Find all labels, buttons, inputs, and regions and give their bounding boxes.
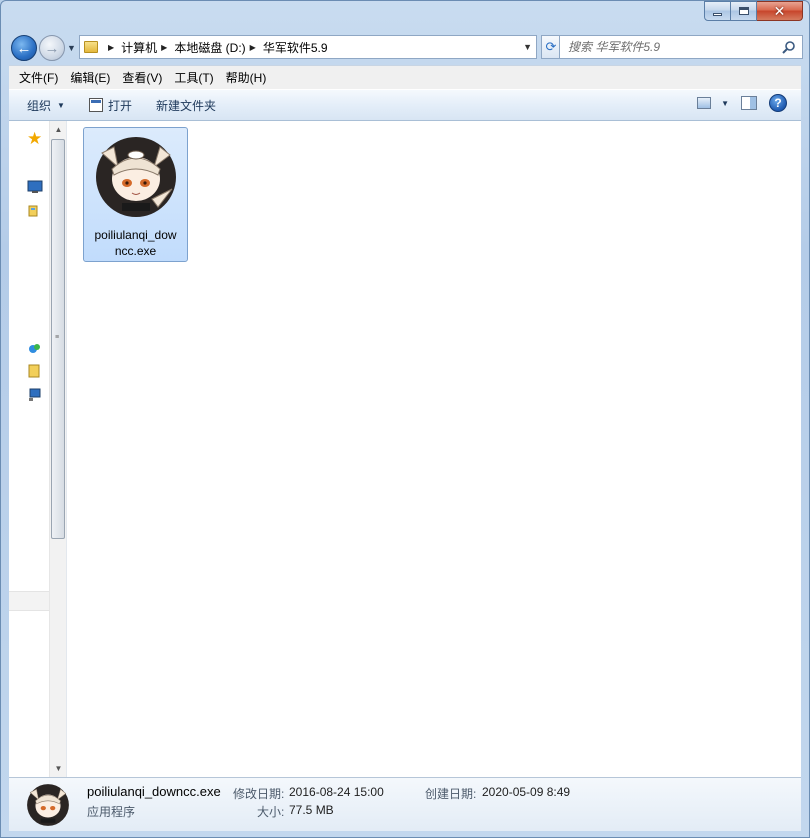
organize-button[interactable]: 组织 ▼	[19, 93, 73, 117]
desktop-icon[interactable]	[27, 179, 43, 195]
back-arrow-icon: ←	[16, 39, 32, 57]
forward-arrow-icon: →	[44, 39, 60, 57]
close-button[interactable]: ✕	[757, 1, 803, 21]
chevron-down-icon: ▼	[67, 43, 76, 53]
scroll-up-icon[interactable]: ▲	[50, 121, 67, 138]
view-icon	[697, 97, 712, 109]
created-date-label: 创建日期:	[425, 787, 477, 801]
chevron-down-icon: ▼	[721, 98, 729, 108]
menu-bar: 文件(F) 编辑(E) 查看(V) 工具(T) 帮助(H)	[9, 65, 801, 89]
computer-icon[interactable]	[27, 363, 43, 379]
organize-label: 组织	[27, 98, 52, 113]
help-icon[interactable]: ?	[769, 94, 787, 112]
back-button[interactable]: ←	[11, 35, 37, 61]
app-avatar-icon	[27, 784, 69, 826]
breadcrumb-computer[interactable]: 计算机 ▶	[121, 39, 174, 56]
close-icon: ✕	[773, 3, 786, 19]
change-view-button[interactable]: ▼	[697, 97, 729, 109]
modified-date-label: 修改日期:	[233, 787, 285, 801]
breadcrumb-current-folder[interactable]: 华军软件5.9	[263, 39, 328, 56]
details-file-type: 应用程序	[87, 805, 136, 819]
refresh-icon: ⟳	[545, 39, 557, 54]
minimize-button[interactable]	[704, 1, 731, 21]
breadcrumb-root[interactable]: ▶	[104, 43, 121, 52]
menu-view[interactable]: 查看(V)	[116, 68, 168, 88]
scrollbar-thumb[interactable]: ≡	[51, 139, 65, 539]
size-label: 大小:	[257, 805, 285, 819]
navigation-pane-divider	[9, 591, 49, 611]
libraries-icon[interactable]	[27, 203, 43, 219]
size-value: 77.5 MB	[289, 803, 334, 817]
new-folder-button[interactable]: 新建文件夹	[148, 93, 224, 117]
menu-file[interactable]: 文件(F)	[13, 68, 64, 88]
file-name: poiliulanqi_dow ncc.exe	[94, 228, 177, 258]
details-file-name: poiliulanqi_downcc.exe	[87, 784, 221, 799]
breadcrumb-arrow-icon: ▶	[249, 42, 256, 52]
content-area: ★ ▲ ≡ ▼ poiliulanqi_dow ncc.exe	[9, 121, 801, 777]
recent-pages-button[interactable]: ▼	[67, 43, 76, 53]
open-label: 打开	[107, 98, 132, 113]
open-icon	[88, 98, 103, 112]
breadcrumb-label: 本地磁盘 (D:)	[174, 40, 246, 55]
explorer-window: ✕ ← → ▼ ▶ 计算机▶ 本地磁盘 (D:)▶ 华军软件5.9 ▼ ⟳ 文件…	[0, 0, 810, 838]
menu-edit[interactable]: 编辑(E)	[64, 68, 116, 88]
file-item[interactable]: poiliulanqi_dow ncc.exe	[83, 127, 188, 262]
chevron-down-icon: ▼	[57, 100, 65, 110]
new-folder-label: 新建文件夹	[155, 98, 216, 113]
forward-button[interactable]: →	[39, 35, 65, 61]
favorites-star-icon[interactable]: ★	[27, 130, 43, 147]
search-box[interactable]	[559, 35, 803, 59]
app-avatar-icon	[95, 137, 176, 217]
breadcrumb-arrow-icon: ▶	[161, 42, 168, 52]
address-bar[interactable]: ▶ 计算机 ▶ 本地磁盘 (D:) ▶ 华军软件5.9 ▼	[79, 35, 537, 59]
address-dropdown-icon[interactable]: ▼	[523, 42, 532, 52]
breadcrumb-label: 计算机	[121, 40, 158, 55]
menu-help[interactable]: 帮助(H)	[220, 68, 273, 88]
scroll-down-icon[interactable]: ▼	[50, 760, 67, 777]
command-bar: 组织 ▼ 打开 新建文件夹 ▼ ?	[9, 89, 801, 121]
navigation-scrollbar[interactable]: ▲ ≡ ▼	[49, 121, 66, 777]
navigation-pane: ★ ▲ ≡ ▼	[9, 121, 67, 777]
breadcrumb-local-disk[interactable]: 本地磁盘 (D:) ▶	[174, 39, 262, 56]
caption-buttons: ✕	[704, 1, 803, 21]
details-pane: poiliulanqi_downcc.exe 应用程序 修改日期: 2016-0…	[9, 777, 801, 831]
open-button[interactable]: 打开	[81, 93, 140, 117]
created-date-value: 2020-05-09 8:49	[482, 785, 571, 799]
breadcrumb-arrow-icon: ▶	[108, 42, 115, 52]
homegroup-icon[interactable]	[27, 341, 43, 357]
command-bar-right: ▼ ?	[697, 94, 787, 112]
grip-icon: ≡	[55, 334, 60, 341]
maximize-button[interactable]	[731, 1, 757, 21]
search-icon[interactable]	[782, 40, 796, 54]
folder-icon	[84, 41, 98, 53]
navigation-bar: ← → ▼ ▶ 计算机 ▶ 本地磁盘 (D:) ▶ 华军软件5.9 ▼ ⟳	[11, 33, 803, 61]
preview-pane-button[interactable]	[741, 96, 757, 110]
refresh-button[interactable]: ⟳	[541, 35, 561, 59]
search-input[interactable]	[568, 40, 768, 54]
maximize-icon	[738, 7, 749, 15]
network-icon[interactable]	[27, 386, 43, 402]
menu-tools[interactable]: 工具(T)	[168, 68, 219, 88]
minimize-icon	[713, 12, 722, 16]
breadcrumb-label: 华军软件5.9	[262, 40, 328, 55]
modified-date-value: 2016-08-24 15:00	[289, 785, 384, 799]
